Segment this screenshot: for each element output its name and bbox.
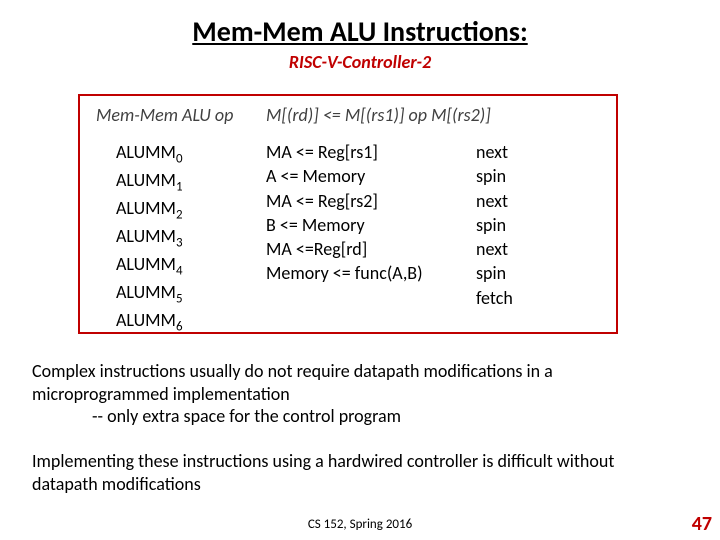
slide-title: Mem-Mem ALU Instructions: (0, 14, 720, 49)
state-next: next (476, 140, 556, 164)
state-name: ALUMM3 (116, 224, 266, 252)
state-name: ALUMM1 (116, 168, 266, 196)
state-next: spin (476, 164, 556, 188)
paragraph-1: Complex instructions usually do not requ… (32, 360, 680, 428)
state-action: MA <= Reg[rs1] (266, 140, 476, 164)
state-next: fetch (476, 286, 556, 310)
state-name: ALUMM0 (116, 140, 266, 168)
paragraph-1-main: Complex instructions usually do not requ… (32, 360, 553, 405)
microcode-table: ALUMM0 ALUMM1 ALUMM2 ALUMM3 ALUMM4 ALUMM… (96, 140, 600, 337)
footer-course: CS 152, Spring 2016 (0, 517, 720, 532)
paragraph-1-sub: -- only extra space for the control prog… (32, 405, 680, 428)
state-action: Memory <= func(A,B) (266, 261, 476, 285)
col-actions: MA <= Reg[rs1] A <= Memory MA <= Reg[rs2… (266, 140, 476, 337)
col-state-names: ALUMM0 ALUMM1 ALUMM2 ALUMM3 ALUMM4 ALUMM… (96, 140, 266, 337)
state-next: spin (476, 213, 556, 237)
state-name: ALUMM5 (116, 280, 266, 308)
col-next: next spin next spin next spin fetch (476, 140, 556, 337)
box-header-semantics: M[(rd)] <= M[(rs1)] op M[(rs2)] (266, 104, 600, 126)
state-action: MA <= Reg[rs2] (266, 189, 476, 213)
state-name: ALUMM2 (116, 196, 266, 224)
state-next: spin (476, 261, 556, 285)
state-next: next (476, 237, 556, 261)
state-action: A <= Memory (266, 164, 476, 188)
slide: Mem-Mem ALU Instructions: RISC-V-Control… (0, 0, 720, 540)
state-action: B <= Memory (266, 213, 476, 237)
state-name: ALUMM4 (116, 252, 266, 280)
slide-subtitle: RISC-V-Controller-2 (0, 51, 720, 73)
box-header-op: Mem-Mem ALU op (96, 104, 266, 126)
page-number: 47 (692, 512, 712, 536)
title-block: Mem-Mem ALU Instructions: RISC-V-Control… (0, 0, 720, 73)
microcode-box: Mem-Mem ALU op M[(rd)] <= M[(rs1)] op M[… (78, 94, 618, 334)
box-header: Mem-Mem ALU op M[(rd)] <= M[(rs1)] op M[… (96, 104, 600, 126)
paragraph-2: Implementing these instructions using a … (32, 450, 680, 495)
state-action: MA <=Reg[rd] (266, 237, 476, 261)
state-name: ALUMM6 (116, 308, 266, 336)
state-next: next (476, 189, 556, 213)
